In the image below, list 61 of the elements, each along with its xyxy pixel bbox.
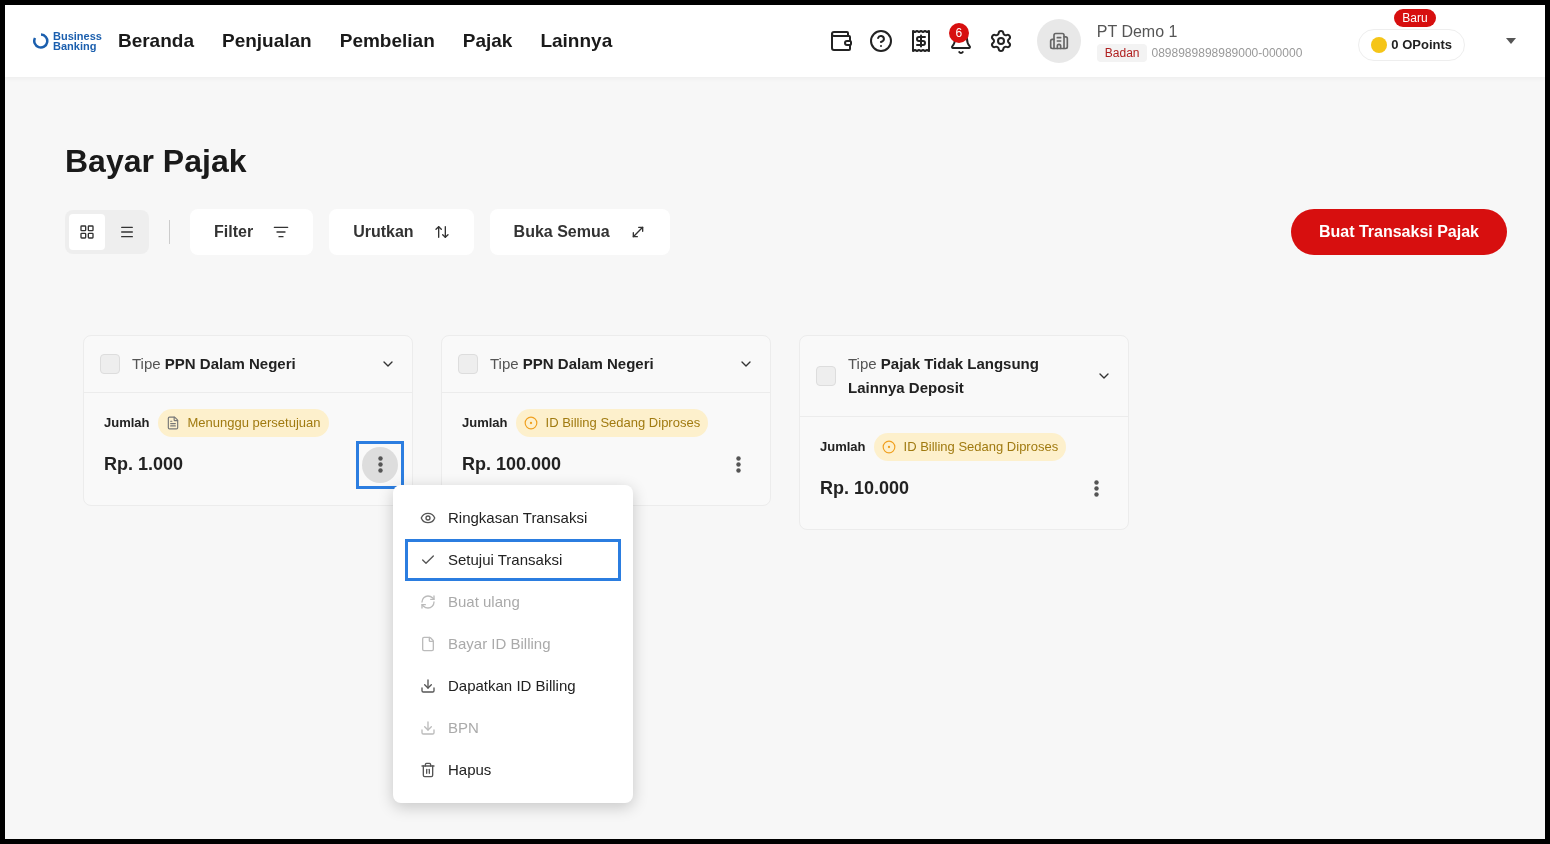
amount-value: Rp. 100.000 — [462, 453, 562, 476]
amount-label: Jumlah — [820, 438, 866, 456]
menu-item[interactable]: Setujui Transaksi — [405, 539, 621, 581]
nav-link[interactable]: Pajak — [462, 26, 513, 56]
tax-type: Tipe Pajak Tidak Langsung Lainnya Deposit — [848, 354, 1040, 398]
grid-view-button[interactable] — [69, 214, 105, 250]
toolbar-button[interactable]: Filter — [190, 209, 314, 255]
checkbox[interactable] — [100, 354, 120, 374]
amount-label: Jumlah — [462, 414, 508, 432]
grid-icon — [79, 224, 95, 240]
notification-badge: 6 — [948, 23, 969, 43]
menu-item[interactable]: Hapus — [405, 749, 621, 791]
download-icon — [420, 720, 436, 736]
tax-type: Tipe PPN Dalam Negeri — [490, 354, 655, 374]
settings-icon[interactable] — [988, 29, 1013, 53]
toolbar-button[interactable]: Buka Semua — [489, 209, 670, 255]
eye-icon — [420, 510, 436, 526]
filter-icon — [273, 224, 290, 240]
amount-value: Rp. 10.000 — [820, 477, 910, 500]
checkbox[interactable] — [458, 354, 478, 374]
more-vertical-icon — [1093, 480, 1099, 497]
coin-icon — [1371, 37, 1388, 53]
tax-type: Tipe PPN Dalam Negeri — [132, 354, 297, 374]
new-badge: Baru — [1394, 9, 1436, 27]
document-icon — [165, 415, 180, 430]
create-tax-transaction-button[interactable]: Buat Transaksi Pajak — [1290, 209, 1507, 255]
page-title: Bayar Pajak — [65, 142, 248, 181]
menu-item[interactable]: Dapatkan ID Billing — [405, 665, 621, 707]
download-icon — [420, 678, 436, 694]
status-badge: ID Billing Sedang Diproses — [515, 409, 709, 437]
nav-link[interactable]: Lainnya — [540, 26, 613, 56]
toolbar-button[interactable]: Urutkan — [329, 209, 474, 255]
entity-id: 0898989898989000-000000 — [1151, 45, 1303, 62]
nav-link[interactable]: Beranda — [117, 26, 194, 56]
status-badge: Menunggu persetujuan — [157, 409, 329, 437]
sort-icon — [433, 224, 450, 240]
document-icon — [420, 636, 436, 652]
wallet-icon[interactable] — [828, 29, 853, 53]
more-vertical-icon — [735, 456, 741, 473]
progress-icon — [523, 415, 538, 430]
status-badge: ID Billing Sedang Diproses — [873, 433, 1067, 461]
points-label: 0 OPoints — [1391, 36, 1452, 55]
checkbox[interactable] — [816, 366, 836, 386]
more-vertical-icon — [377, 456, 383, 473]
dropdown-caret-icon[interactable] — [1505, 37, 1517, 45]
entity-tag: Badan — [1096, 44, 1148, 62]
refresh-icon — [420, 594, 436, 610]
company-avatar[interactable] — [1036, 19, 1081, 63]
nav-link[interactable]: Pembelian — [339, 26, 435, 56]
more-button[interactable] — [356, 440, 404, 489]
progress-icon — [881, 439, 896, 454]
logo[interactable]: Business Banking — [33, 31, 102, 51]
amount-value: Rp. 1.000 — [104, 453, 184, 476]
list-icon — [119, 224, 135, 240]
amount-label: Jumlah — [104, 414, 150, 432]
trash-icon — [420, 762, 436, 778]
nav-link[interactable]: Penjualan — [221, 26, 312, 56]
company-name: PT Demo 1 — [1096, 22, 1179, 42]
help-icon[interactable] — [868, 29, 893, 53]
logo-ring-icon — [33, 33, 49, 49]
menu-item[interactable]: Ringkasan Transaksi — [405, 497, 621, 539]
